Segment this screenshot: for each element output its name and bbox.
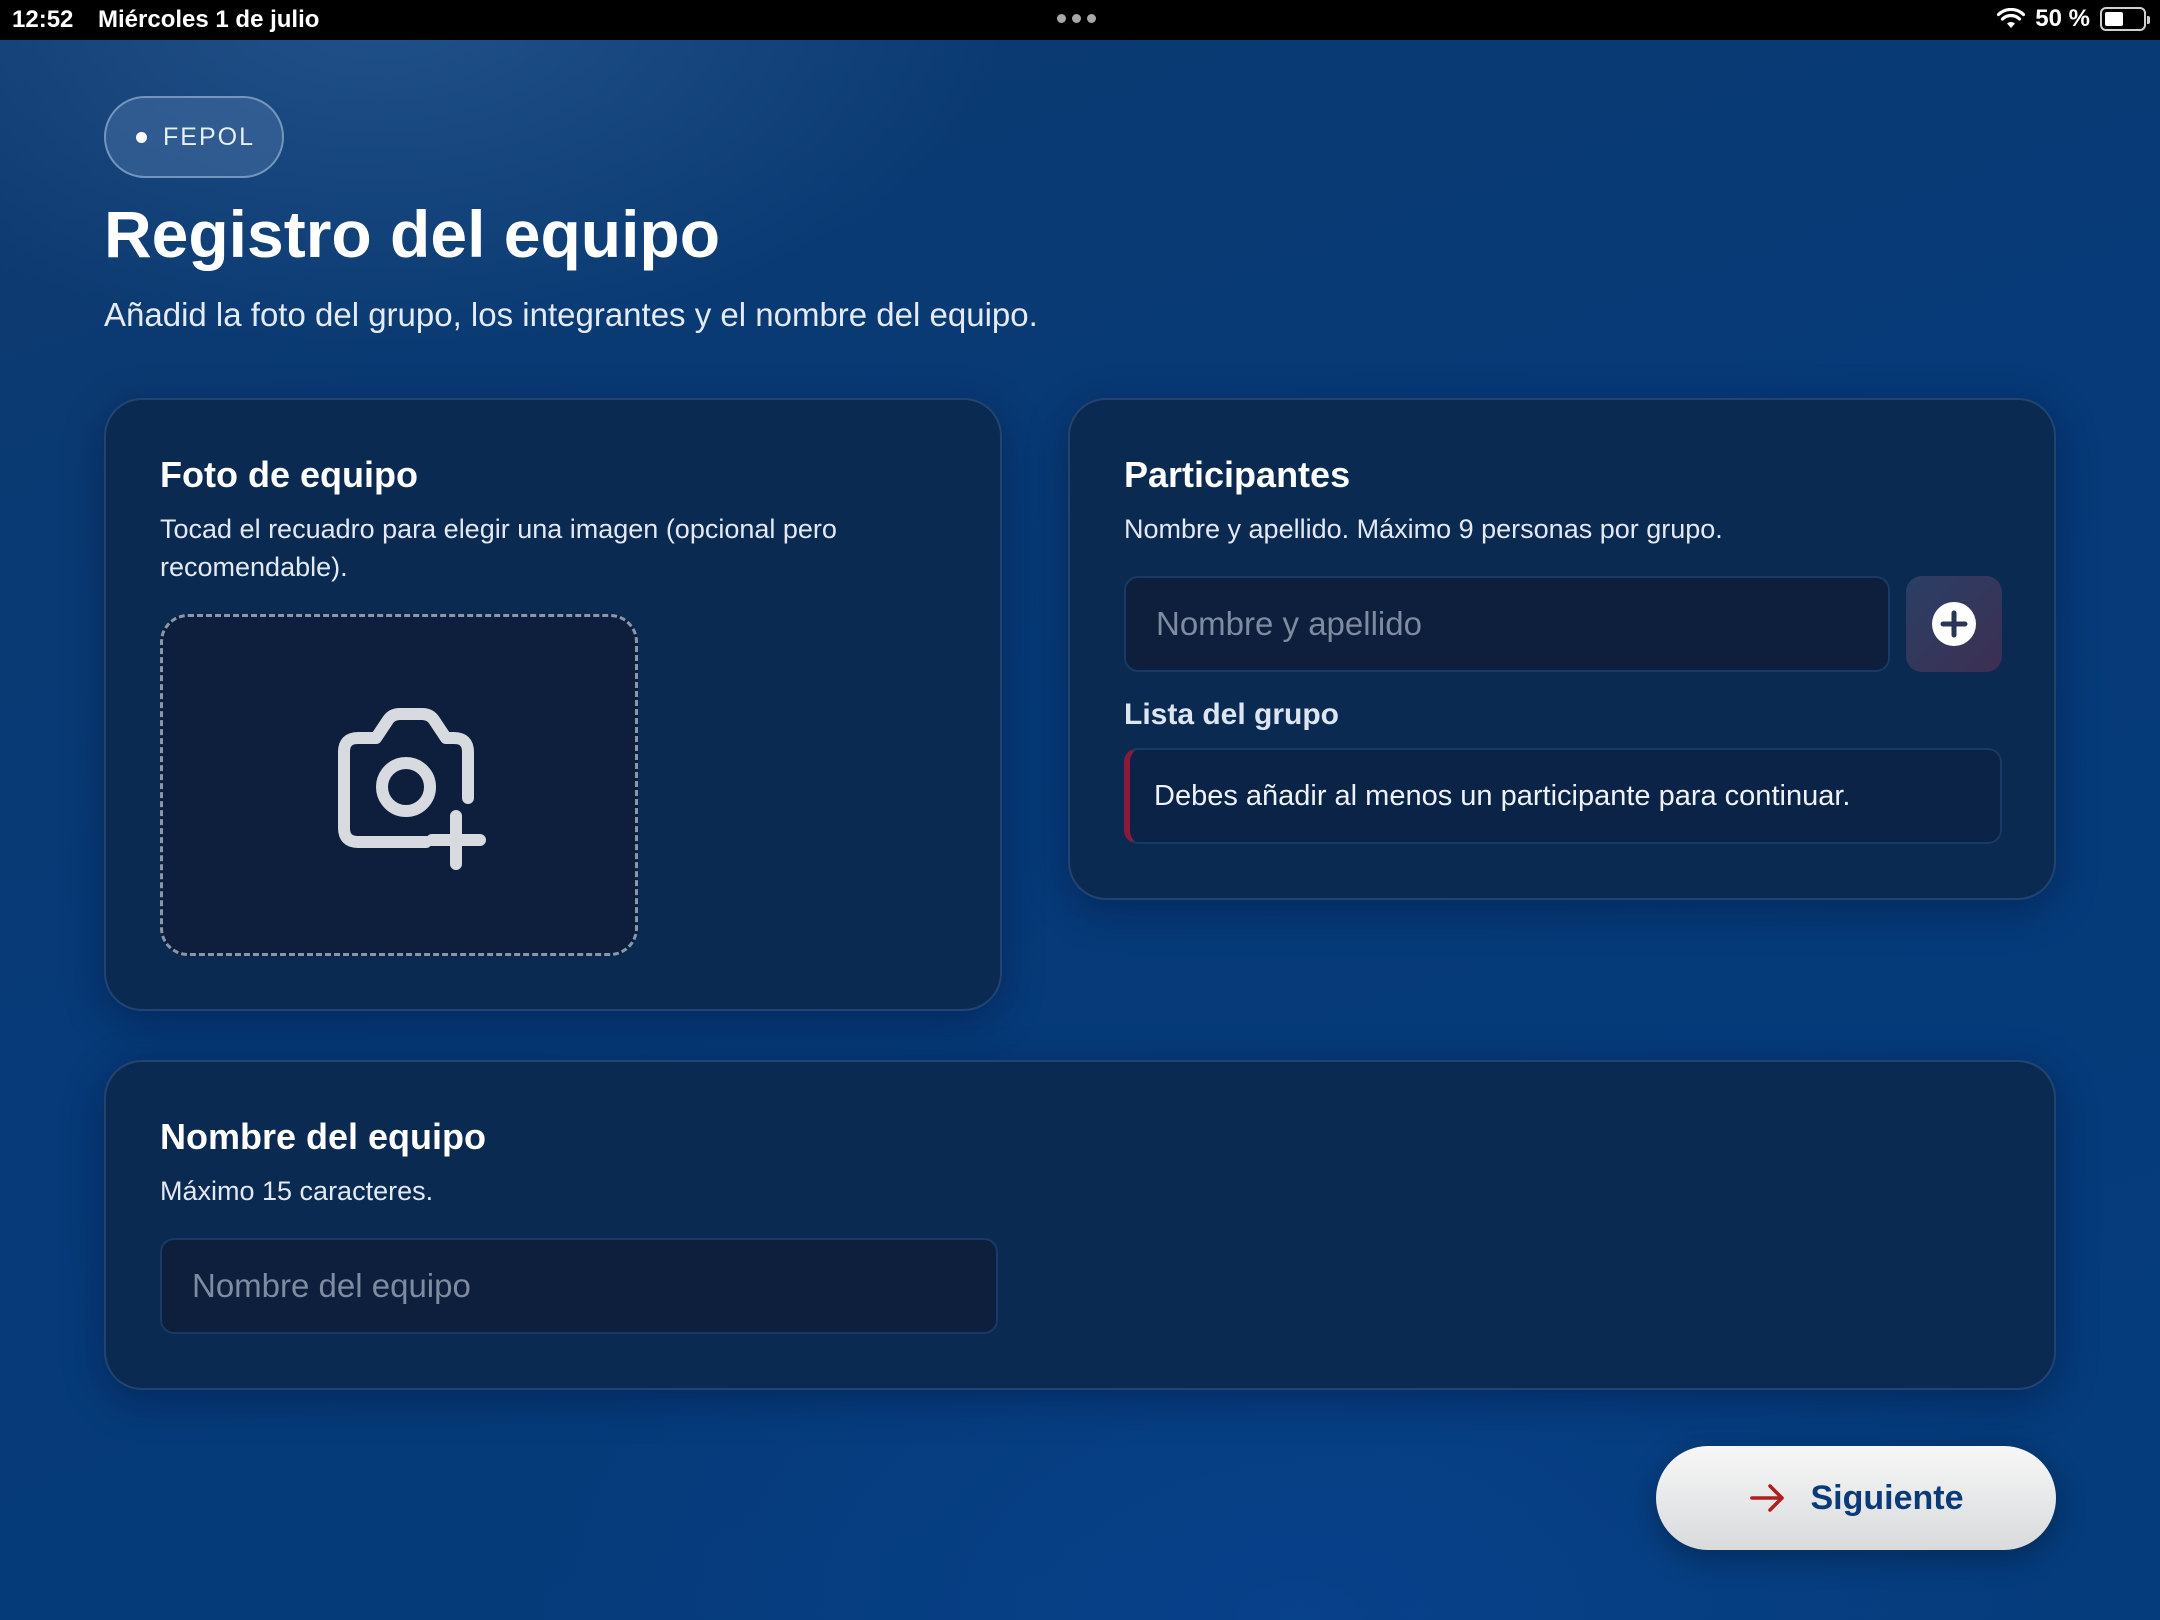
next-button[interactable]: Siguiente	[1656, 1446, 2056, 1550]
status-time: 12:52	[12, 6, 74, 33]
photo-card-description: Tocad el recuadro para elegir una imagen…	[160, 514, 837, 582]
photo-picker[interactable]	[160, 614, 638, 956]
status-bar: 12:52 Miércoles 1 de julio 50 %	[0, 0, 2160, 40]
participants-card-description: Nombre y apellido. Máximo 9 personas por…	[1124, 514, 1723, 544]
battery-percent: 50 %	[2035, 5, 2090, 32]
plus-circle-icon	[1932, 602, 1976, 646]
brand-badge: FEPOL	[104, 96, 284, 178]
page-subtitle: Añadid la foto del grupo, los integrante…	[104, 296, 1038, 333]
team-name-card: Nombre del equipo Máximo 15 caracteres.	[104, 1060, 2056, 1390]
page-title: Registro del equipo	[104, 197, 721, 271]
team-name-card-title: Nombre del equipo	[160, 1116, 487, 1157]
battery-icon	[2100, 7, 2150, 31]
status-date: Miércoles 1 de julio	[98, 6, 320, 33]
wifi-icon	[1997, 8, 2026, 28]
status-indicators: 50 %	[1997, 5, 2150, 33]
add-participant-button[interactable]	[1906, 576, 2002, 672]
team-name-input[interactable]	[160, 1238, 998, 1334]
badge-dot-icon	[136, 131, 147, 143]
photo-card-title: Foto de equipo	[160, 454, 418, 495]
group-list-label: Lista del grupo	[1124, 698, 1340, 731]
multitasking-dots-icon[interactable]	[1057, 14, 1096, 23]
participants-card: Participantes Nombre y apellido. Máximo …	[1068, 398, 2056, 900]
warning-text: Debes añadir al menos un participante pa…	[1154, 779, 1851, 812]
next-button-label: Siguiente	[1810, 1478, 1964, 1517]
badge-label: FEPOL	[163, 122, 255, 151]
team-photo-card: Foto de equipo Tocad el recuadro para el…	[104, 398, 1002, 1011]
empty-list-warning: Debes añadir al menos un participante pa…	[1124, 748, 2002, 844]
camera-plus-icon	[338, 708, 486, 870]
team-name-card-description: Máximo 15 caracteres.	[160, 1176, 434, 1206]
participants-card-title: Participantes	[1124, 454, 1351, 495]
participant-name-input[interactable]	[1124, 576, 1890, 672]
arrow-right-icon	[1750, 1484, 1785, 1512]
